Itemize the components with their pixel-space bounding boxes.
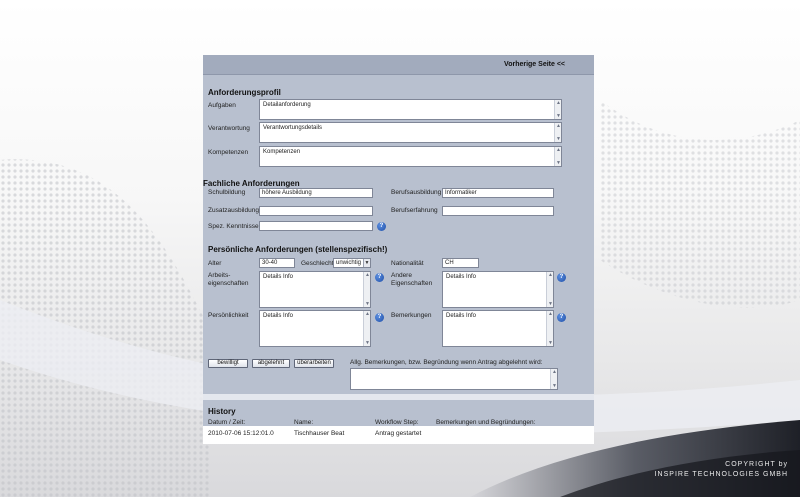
revise-button[interactable]: überarbeiten	[294, 359, 334, 368]
input-berufserfahrung[interactable]	[442, 206, 554, 216]
scroll-down-icon[interactable]: ▼	[555, 160, 562, 166]
scroll-up-icon[interactable]: ▲	[551, 369, 558, 375]
textarea-aufgaben-value: Detailanforderung	[263, 102, 311, 108]
label-bemerkungen: Bemerkungen	[391, 312, 432, 319]
scroll-down-icon[interactable]: ▼	[364, 340, 371, 346]
label-line2: eigenschaften	[208, 280, 249, 287]
history-title: History	[208, 407, 236, 416]
label-schulbildung: Schulbildung	[208, 189, 246, 196]
help-icon[interactable]: ?	[375, 273, 384, 282]
input-zusatzausbildung[interactable]	[259, 206, 373, 216]
label-nationalitaet: Nationalität	[391, 260, 424, 267]
label-berufsausbildung: Berufsausbildung	[391, 189, 442, 196]
scrollbar[interactable]: ▲ ▼	[550, 369, 557, 389]
label-kompetenzen: Kompetenzen	[208, 149, 249, 156]
section-title-anforderungsprofil: Anforderungsprofil	[208, 88, 281, 97]
scroll-up-icon[interactable]: ▲	[364, 272, 371, 278]
scroll-up-icon[interactable]: ▲	[547, 272, 554, 278]
label-arbeitseigenschaften: Arbeits- eigenschaften	[208, 272, 248, 288]
help-icon[interactable]: ?	[377, 222, 386, 231]
textarea-kompetenzen[interactable]: Kompetenzen ▲ ▼	[259, 146, 562, 167]
history-cell-workflow-step: Antrag gestartet	[375, 430, 422, 437]
scrollbar[interactable]: ▲ ▼	[363, 311, 370, 346]
scroll-down-icon[interactable]: ▼	[364, 301, 371, 307]
textarea-persoenlichkeit-value: Details Info	[263, 313, 294, 319]
scroll-up-icon[interactable]: ▲	[364, 311, 371, 317]
copyright-line2: INSPIRE TECHNOLOGIES GMBH	[654, 471, 788, 478]
select-geschlecht-value: unwichtig	[336, 260, 362, 266]
textarea-bemerkungen-value: Details Info	[446, 313, 477, 319]
label-andere-eigenschaften: Andere Eigenschaften	[391, 272, 432, 288]
copyright-line1: COPYRIGHT by	[725, 461, 788, 468]
scrollbar[interactable]: ▲ ▼	[363, 272, 370, 307]
help-icon[interactable]: ?	[557, 273, 566, 282]
label-berufserfahrung: Berufserfahrung	[391, 207, 438, 214]
input-nationalitaet[interactable]: CH	[442, 258, 479, 268]
section-title-persoenliche: Persönliche Anforderungen (stellenspezif…	[208, 245, 388, 254]
scrollbar[interactable]: ▲ ▼	[554, 100, 561, 119]
scrollbar[interactable]: ▲ ▼	[546, 311, 553, 346]
scrollbar[interactable]: ▲ ▼	[554, 147, 561, 166]
label-zusatzausbildung: Zusatzausbildung	[208, 207, 259, 214]
label-line1: Andere	[391, 272, 412, 279]
scroll-down-icon[interactable]: ▼	[555, 136, 562, 142]
label-spez-kenntnisse: Spez. Kenntnisse	[208, 223, 259, 230]
section-title-fachliche: Fachliche Anforderungen	[203, 179, 300, 188]
scroll-up-icon[interactable]: ▲	[555, 123, 562, 129]
input-schulbildung[interactable]: höhere Ausbildung	[259, 188, 373, 198]
request-panel: Vorherige Seite << Anforderungsprofil Au…	[203, 55, 594, 444]
help-icon[interactable]: ?	[557, 313, 566, 322]
scroll-up-icon[interactable]: ▲	[555, 147, 562, 153]
history-cell-name: Tischhauser Beat	[294, 430, 345, 437]
label-aufgaben: Aufgaben	[208, 102, 236, 109]
help-icon[interactable]: ?	[375, 313, 384, 322]
label-persoenlichkeit: Persönlichkeit	[208, 312, 249, 319]
history-rows: 2010-07-06 15:12:01.0 Tischhauser Beat A…	[203, 426, 594, 444]
input-berufsausbildung[interactable]: Informatiker	[442, 188, 554, 198]
textarea-verantwortung-value: Verantwortungsdetails	[263, 125, 323, 131]
reject-button[interactable]: abgelehnt	[252, 359, 290, 368]
textarea-verantwortung[interactable]: Verantwortungsdetails ▲ ▼	[259, 122, 562, 143]
label-line2: Eigenschaften	[391, 280, 433, 287]
scrollbar[interactable]: ▲ ▼	[546, 272, 553, 307]
textarea-bemerkungen[interactable]: Details Info ▲ ▼	[442, 310, 554, 347]
select-geschlecht[interactable]: unwichtig ▼	[333, 258, 371, 268]
label-geschlecht: Geschlecht	[301, 260, 334, 267]
scroll-down-icon[interactable]: ▼	[551, 383, 558, 389]
input-alter[interactable]: 30-40	[259, 258, 295, 268]
previous-page-link[interactable]: Vorherige Seite <<	[504, 61, 565, 68]
history-section: History Datum / Zeit: Name: Workflow Ste…	[203, 400, 594, 444]
chevron-down-icon[interactable]: ▼	[363, 259, 370, 267]
approve-button[interactable]: bewilligt	[208, 359, 248, 368]
textarea-kompetenzen-value: Kompetenzen	[263, 149, 301, 155]
scroll-up-icon[interactable]: ▲	[547, 311, 554, 317]
scroll-down-icon[interactable]: ▼	[547, 340, 554, 346]
textarea-persoenlichkeit[interactable]: Details Info ▲ ▼	[259, 310, 371, 347]
label-alter: Alter	[208, 260, 222, 267]
scroll-down-icon[interactable]: ▼	[555, 113, 562, 119]
scrollbar[interactable]: ▲ ▼	[554, 123, 561, 142]
textarea-arbeitseigenschaften-value: Details Info	[263, 274, 294, 280]
history-cell-date: 2010-07-06 15:12:01.0	[208, 430, 274, 437]
scroll-down-icon[interactable]: ▼	[547, 301, 554, 307]
input-spez-kenntnisse[interactable]	[259, 221, 373, 231]
label-verantwortung: Verantwortung	[208, 125, 250, 132]
textarea-aufgaben[interactable]: Detailanforderung ▲ ▼	[259, 99, 562, 120]
textarea-andere-eigenschaften[interactable]: Details Info ▲ ▼	[442, 271, 554, 308]
textarea-andere-value: Details Info	[446, 274, 477, 280]
scroll-up-icon[interactable]: ▲	[555, 100, 562, 106]
copyright-footer: COPYRIGHT by INSPIRE TECHNOLOGIES GMBH	[655, 460, 788, 480]
label-line1: Arbeits-	[208, 272, 231, 279]
textarea-general-comments[interactable]: ▲ ▼	[350, 368, 558, 390]
label-general-comments: Allg. Bemerkungen, bzw. Begründung wenn …	[350, 359, 543, 366]
top-bar: Vorherige Seite <<	[203, 55, 594, 75]
textarea-arbeitseigenschaften[interactable]: Details Info ▲ ▼	[259, 271, 371, 308]
